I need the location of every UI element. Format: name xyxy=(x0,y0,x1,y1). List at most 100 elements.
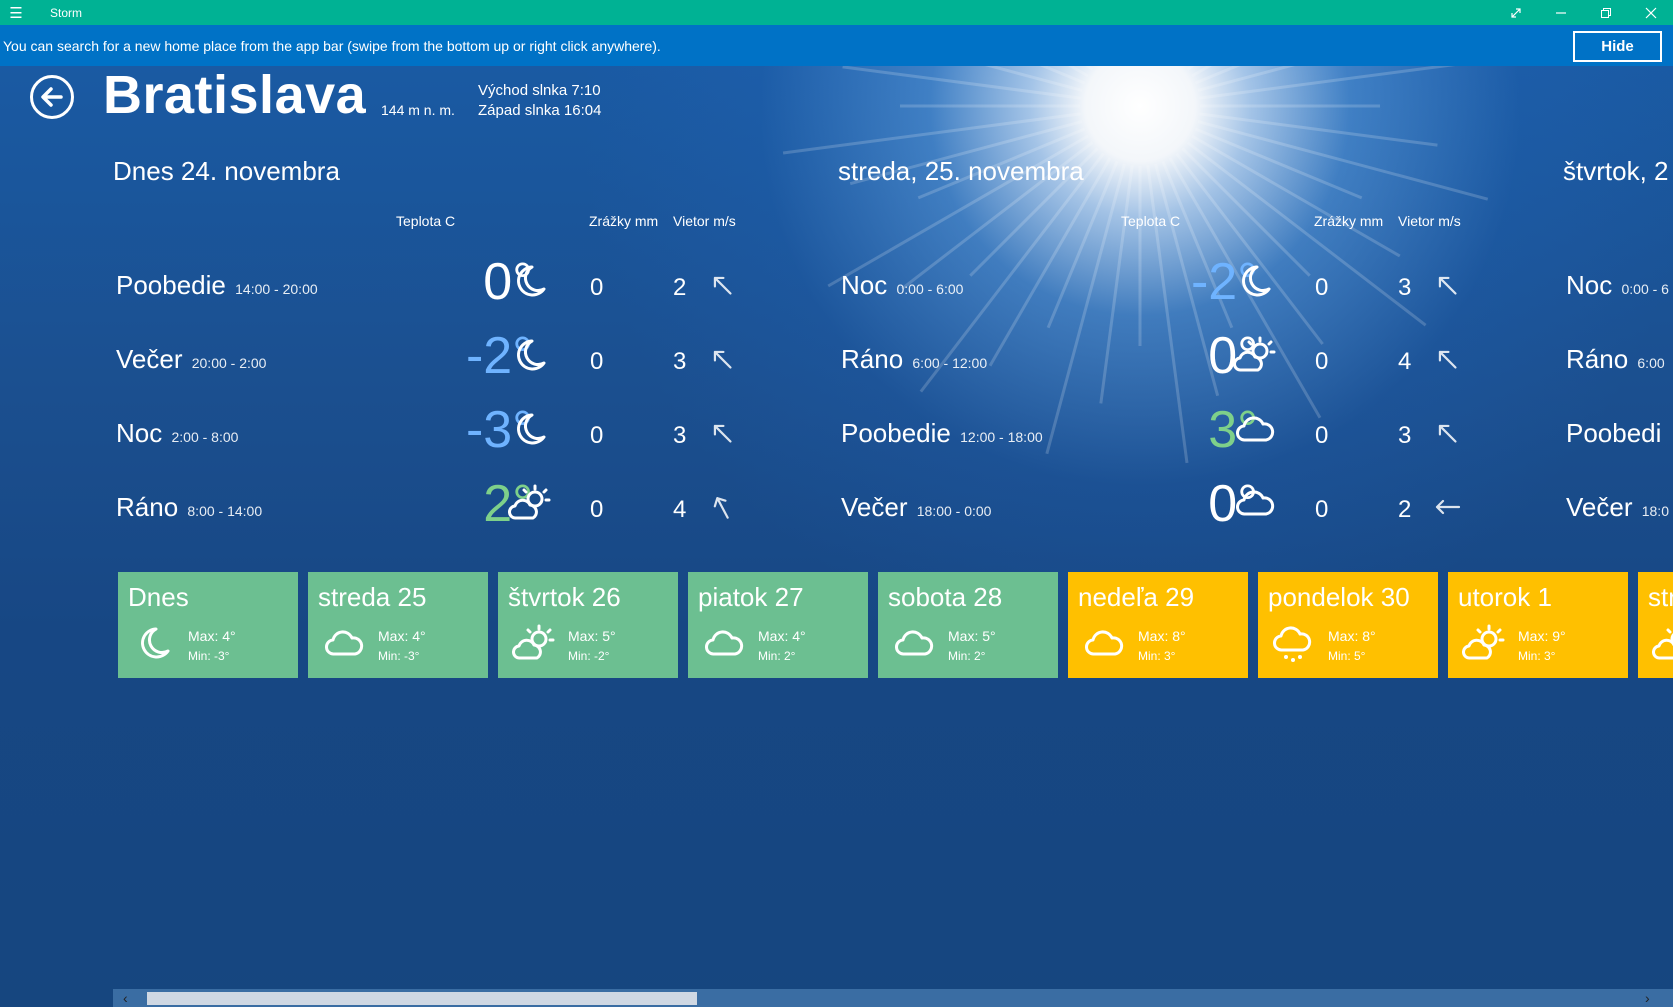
expand-icon[interactable] xyxy=(1493,0,1538,25)
back-button[interactable] xyxy=(30,75,74,119)
period-time: 8:00 - 14:00 xyxy=(187,503,263,519)
day-column: Dnes 24. novembra Teplota C Zrážky mm Vieto… xyxy=(113,156,813,536)
partly-cloudy-icon xyxy=(508,484,552,524)
forecast-tile[interactable]: štvrtok 26 Max: 5° Min: -2° xyxy=(498,572,678,678)
period-label: Poobedi xyxy=(1566,418,1662,448)
tile-day-name: streda 25 xyxy=(318,582,427,612)
cloud-icon xyxy=(702,624,746,664)
forecast-period: Ráno 8:00 - 14:00 2° 0 4 xyxy=(113,474,813,534)
info-bar: You can search for a new home place from… xyxy=(0,25,1673,66)
forecast-tile[interactable]: Dnes Max: 4° Min: -3° xyxy=(118,572,298,678)
forecast-tile[interactable]: sobota 28 Max: 5° Min: 2° xyxy=(878,572,1058,678)
period-wind-speed: 2 xyxy=(1398,496,1412,523)
period-wind-speed: 4 xyxy=(1398,348,1412,375)
period-name: Večer 18:00 - 0:00 xyxy=(841,492,991,523)
info-message: You can search for a new home place from… xyxy=(3,37,661,54)
tile-day-name: Dnes xyxy=(128,582,189,612)
moon-icon xyxy=(508,262,552,302)
wind-direction-icon xyxy=(707,492,737,522)
period-time: 12:00 - 18:00 xyxy=(960,429,1043,445)
day-title: streda, 25. novembra xyxy=(838,156,1084,186)
period-label: Večer xyxy=(1566,492,1633,522)
period-wind-speed: 3 xyxy=(673,422,687,449)
cloud-icon xyxy=(1233,410,1277,450)
tile-min-temp: Min: 3° xyxy=(1518,649,1556,663)
partly-cloudy-icon xyxy=(1652,624,1673,664)
period-time: 0:00 - 6:00 xyxy=(896,281,964,297)
day-column: štvrtok, 2 Noc 0:00 - 6 Ráno 6:00 Poobedi V… xyxy=(1563,156,1673,536)
forecast-period: Noc 0:00 - 6:00 -2° 0 3 xyxy=(838,252,1538,312)
tile-day-name: sobota 28 xyxy=(888,582,1003,612)
precipitation-header: Zrážky mm xyxy=(589,213,659,229)
period-precipitation: 0 xyxy=(1315,348,1329,375)
tile-day-name: piatok 27 xyxy=(698,582,804,612)
period-precipitation: 0 xyxy=(1315,422,1329,449)
period-name: Ráno 6:00 xyxy=(1566,344,1665,375)
period-name: Noc 0:00 - 6 xyxy=(1566,270,1669,301)
period-precipitation: 0 xyxy=(590,422,604,449)
partly-cloudy-icon xyxy=(1462,624,1506,664)
wind-direction-icon xyxy=(707,270,737,300)
tile-min-temp: Min: -3° xyxy=(378,649,420,663)
title-bar: ☰ Storm xyxy=(0,0,1673,25)
cloud-icon xyxy=(1082,624,1126,664)
moon-icon xyxy=(1233,262,1277,302)
horizontal-scrollbar[interactable]: ‹ › xyxy=(113,989,1673,1007)
forecast-tile[interactable]: utorok 1 Max: 9° Min: 3° xyxy=(1448,572,1628,678)
forecast-tile[interactable]: nedeľa 29 Max: 8° Min: 3° xyxy=(1068,572,1248,678)
forecast-period: Večer 20:00 - 2:00 -2° 0 3 xyxy=(113,326,813,386)
forecast-tile[interactable]: str xyxy=(1638,572,1673,678)
period-time: 14:00 - 20:00 xyxy=(235,281,318,297)
tile-day-name: nedeľa 29 xyxy=(1078,582,1195,612)
forecast-tile[interactable]: pondelok 30 Max: 8° Min: 5° xyxy=(1258,572,1438,678)
wind-direction-icon xyxy=(1432,492,1462,522)
forecast-tile[interactable]: streda 25 Max: 4° Min: -3° xyxy=(308,572,488,678)
day-title: štvrtok, 2 xyxy=(1563,156,1669,186)
tile-min-temp: Min: -2° xyxy=(568,649,610,663)
minimize-icon[interactable] xyxy=(1538,0,1583,25)
moon-icon xyxy=(508,410,552,450)
period-name: Noc 0:00 - 6:00 xyxy=(841,270,963,301)
forecast-period: Ráno 6:00 xyxy=(1563,326,1673,386)
forecast-period: Poobedie 14:00 - 20:00 0° 0 2 xyxy=(113,252,813,312)
period-precipitation: 0 xyxy=(590,274,604,301)
wind-direction-icon xyxy=(1432,344,1462,374)
period-precipitation: 0 xyxy=(590,496,604,523)
period-name: Ráno 8:00 - 14:00 xyxy=(116,492,262,523)
period-wind-speed: 4 xyxy=(673,496,687,523)
tile-max-temp: Max: 5° xyxy=(568,628,616,644)
period-time: 6:00 - 12:00 xyxy=(912,355,988,371)
tile-max-temp: Max: 4° xyxy=(378,628,426,644)
main-area[interactable]: Bratislava 144 m n. m. Východ slnka 7:10… xyxy=(0,66,1673,1007)
hamburger-icon[interactable]: ☰ xyxy=(0,0,32,25)
restore-icon[interactable] xyxy=(1583,0,1628,25)
period-time: 0:00 - 6 xyxy=(1621,281,1669,297)
period-label: Noc xyxy=(841,270,888,300)
precipitation-header: Zrážky mm xyxy=(1314,213,1384,229)
scroll-left-icon[interactable]: ‹ xyxy=(123,989,128,1007)
sunrise-time: Východ slnka 7:10 xyxy=(478,82,601,99)
forecast-period: Poobedi xyxy=(1563,400,1673,460)
period-time: 2:00 - 8:00 xyxy=(171,429,239,445)
period-label: Poobedie xyxy=(841,418,951,448)
temperature-header: Teplota C xyxy=(1121,213,1181,229)
day-title: Dnes 24. novembra xyxy=(113,156,340,186)
wind-direction-icon xyxy=(1432,418,1462,448)
temperature-header: Teplota C xyxy=(396,213,456,229)
scroll-thumb[interactable] xyxy=(147,992,697,1005)
forecast-period: Poobedie 12:00 - 18:00 3° 0 3 xyxy=(838,400,1538,460)
period-name: Večer 18:0 xyxy=(1566,492,1669,523)
hide-button[interactable]: Hide xyxy=(1573,31,1662,62)
period-time: 18:00 - 0:00 xyxy=(916,503,992,519)
period-name: Noc 2:00 - 8:00 xyxy=(116,418,238,449)
tile-max-temp: Max: 9° xyxy=(1518,628,1566,644)
close-icon[interactable] xyxy=(1628,0,1673,25)
wind-header: Vietor m/s xyxy=(673,213,736,229)
arrow-left-icon xyxy=(41,87,63,107)
cloud-icon xyxy=(892,624,936,664)
tile-max-temp: Max: 4° xyxy=(758,628,806,644)
forecast-tile[interactable]: piatok 27 Max: 4° Min: 2° xyxy=(688,572,868,678)
wind-direction-icon xyxy=(707,418,737,448)
wind-direction-icon xyxy=(707,344,737,374)
scroll-right-icon[interactable]: › xyxy=(1645,989,1650,1007)
